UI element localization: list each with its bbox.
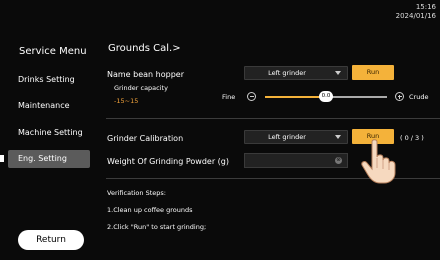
plus-icon[interactable]	[395, 92, 404, 101]
sidebar: Service Menu Drinks Setting Maintenance …	[0, 0, 100, 260]
calibration-select[interactable]: Left grinder	[244, 130, 348, 144]
capacity-slider[interactable]: 0.0	[265, 91, 387, 102]
hopper-select-value: Left grinder	[268, 69, 306, 77]
step-item: 1.Clean up coffee grounds	[107, 206, 193, 214]
dropdown-arrow-icon	[335, 71, 341, 75]
dropdown-arrow-icon	[335, 135, 341, 139]
sidebar-item-machine-setting[interactable]: Machine Setting	[8, 124, 90, 142]
hopper-label: Name bean hopper	[107, 70, 184, 79]
sidebar-item-drinks-setting[interactable]: Drinks Setting	[8, 71, 90, 89]
sidebar-title: Service Menu	[19, 46, 87, 57]
main-panel: Grounds Cal.> Name bean hopper Left grin…	[100, 0, 440, 260]
calibration-progress: ( 0 / 3 )	[400, 134, 424, 142]
slider-fill	[265, 96, 326, 98]
divider	[106, 118, 440, 119]
sidebar-item-eng-setting[interactable]: Eng. Setting	[8, 150, 90, 168]
capacity-range: -15~15	[114, 97, 139, 105]
steps-title: Verification Steps:	[107, 189, 166, 197]
capacity-label: Grinder capacity	[114, 84, 168, 92]
return-button[interactable]: Return	[18, 230, 84, 250]
clear-icon[interactable]: ⊗	[335, 157, 342, 164]
calibration-label: Grinder Calibration	[107, 134, 184, 143]
slider-min-label: Fine	[222, 93, 236, 101]
slider-max-label: Crude	[409, 93, 429, 101]
page-title: Grounds Cal.>	[108, 43, 181, 54]
weight-label: Weight Of Grinding Powder (g)	[107, 157, 229, 166]
hopper-select[interactable]: Left grinder	[244, 66, 348, 80]
weight-input[interactable]: ⊗	[244, 153, 348, 168]
pointer-hand-icon	[361, 139, 396, 184]
minus-icon[interactable]	[247, 92, 256, 101]
slider-knob[interactable]: 0.0	[319, 91, 333, 102]
calibration-select-value: Left grinder	[268, 133, 306, 141]
service-screen: 15:16 2024/01/16 Service Menu Drinks Set…	[0, 0, 440, 260]
step-item: 2.Click "Run" to start grinding;	[107, 223, 207, 231]
sidebar-item-maintenance[interactable]: Maintenance	[8, 97, 90, 115]
active-indicator	[0, 155, 4, 162]
hopper-run-button[interactable]: Run	[352, 65, 394, 80]
